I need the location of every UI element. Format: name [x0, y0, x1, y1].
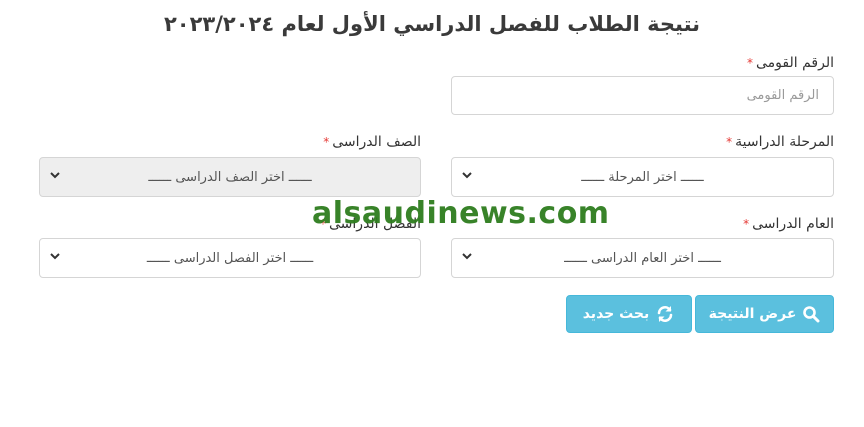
- national-id-placeholder: الرقم القومى: [746, 88, 819, 103]
- required-mark: *: [743, 217, 750, 231]
- new-search-label: بحث جديد: [582, 306, 650, 322]
- required-mark: *: [323, 135, 330, 149]
- chevron-down-icon: [462, 251, 472, 261]
- new-search-button[interactable]: بحث جديد: [566, 295, 692, 333]
- watermark-text: alsaudinews.com: [312, 196, 610, 231]
- national-id-input[interactable]: الرقم القومى: [451, 76, 834, 115]
- stage-label-text: المرحلة الدراسية: [735, 134, 834, 150]
- stage-select[interactable]: ــــــ اختر المرحلة ــــــ: [451, 157, 834, 197]
- page-title: نتيجة الطلاب للفصل الدراسي الأول لعام ٢٠…: [163, 12, 701, 36]
- stage-selected-value: ــــــ اختر المرحلة ــــــ: [581, 169, 704, 185]
- refresh-icon: [655, 304, 675, 324]
- search-icon: [802, 305, 820, 323]
- chevron-down-icon: [462, 170, 472, 180]
- grade-label-text: الصف الدراسى: [332, 134, 421, 150]
- show-result-label: عرض النتيجة: [708, 306, 797, 322]
- show-result-button[interactable]: عرض النتيجة: [695, 295, 834, 333]
- year-selected-value: ــــــ اختر العام الدراسى ــــــ: [564, 250, 721, 266]
- term-selected-value: ــــــ اختر الفصل الدراسى ــــــ: [146, 250, 314, 266]
- grade-selected-value: ــــــ اختر الصف الدراسى ــــــ: [148, 169, 312, 185]
- year-label: العام الدراسى*: [743, 216, 834, 232]
- grade-select[interactable]: ــــــ اختر الصف الدراسى ــــــ: [39, 157, 421, 197]
- required-mark: *: [747, 56, 754, 70]
- grade-label: الصف الدراسى*: [323, 134, 421, 150]
- term-select[interactable]: ــــــ اختر الفصل الدراسى ــــــ: [39, 238, 421, 278]
- chevron-down-icon: [50, 251, 60, 261]
- national-id-label: الرقم القومى*: [747, 55, 834, 71]
- year-select[interactable]: ــــــ اختر العام الدراسى ــــــ: [451, 238, 834, 278]
- year-label-text: العام الدراسى: [752, 216, 834, 232]
- national-id-label-text: الرقم القومى: [756, 55, 834, 71]
- required-mark: *: [726, 135, 733, 149]
- chevron-down-icon: [50, 170, 60, 180]
- stage-label: المرحلة الدراسية*: [726, 134, 834, 150]
